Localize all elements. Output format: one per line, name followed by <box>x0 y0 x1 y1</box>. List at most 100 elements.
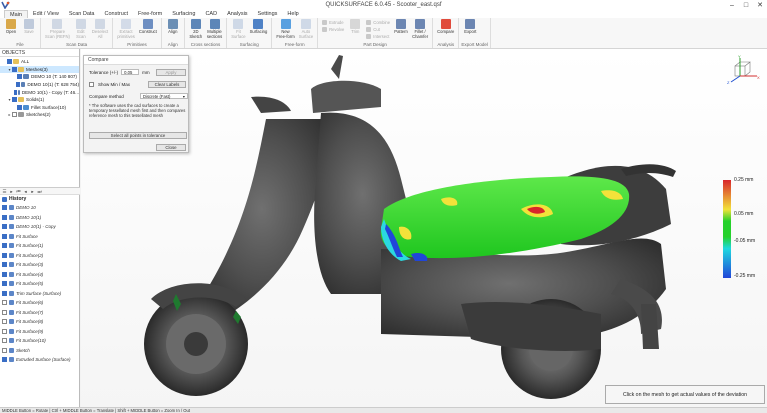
visibility-checkbox[interactable] <box>17 74 22 80</box>
sketch-2d-button[interactable]: 2D Sketch <box>187 18 205 41</box>
history-item[interactable]: Fit Surface(4) <box>0 270 80 280</box>
tree-item[interactable]: DEMO 10 (T: 140 807) <box>0 73 79 81</box>
history-item[interactable]: Fit Surface(1) <box>0 241 80 251</box>
new-freeform-button[interactable]: New Free-form <box>274 18 296 41</box>
surfacing-button[interactable]: Surfacing <box>248 18 270 36</box>
history-checkbox[interactable] <box>2 328 7 334</box>
menu-scan-data[interactable]: Scan Data <box>64 10 100 18</box>
trim-button[interactable]: Trim <box>346 18 364 36</box>
compare-button[interactable]: Compare <box>435 18 456 36</box>
menu-construct[interactable]: Construct <box>100 10 134 18</box>
visibility-checkbox[interactable] <box>12 97 17 103</box>
history-checkbox[interactable] <box>2 271 7 277</box>
history-item[interactable]: Fit Surface(3) <box>0 260 80 270</box>
visibility-checkbox[interactable] <box>7 59 12 65</box>
menu-cad[interactable]: CAD <box>200 10 222 18</box>
menu-surfacing[interactable]: Surfacing <box>167 10 200 18</box>
tree-item[interactable]: ALL <box>0 58 79 66</box>
history-checkbox[interactable] <box>2 290 7 296</box>
history-item[interactable]: Fit Surface <box>0 232 80 242</box>
tree-item[interactable]: Fillet Surface(10) <box>0 104 79 112</box>
clear-labels-button[interactable]: Clear Labels <box>148 81 186 88</box>
history-checkbox[interactable] <box>2 338 7 344</box>
fillet-button[interactable]: Fillet / Chamfer <box>410 18 430 41</box>
compare-method-select[interactable]: Discrete (Fast) ▾ <box>140 93 188 99</box>
orientation-gizmo[interactable]: Y X Z <box>725 54 761 85</box>
auto-surface-button[interactable]: Auto Surface <box>297 18 315 41</box>
history-item[interactable]: Fit Surface(6) <box>0 298 80 308</box>
prepare-scan-button[interactable]: Prepare Scan (REFN) <box>43 18 72 41</box>
menu-main[interactable]: Main <box>4 10 28 18</box>
revolve-button[interactable]: Revolve <box>322 26 344 32</box>
multiple-sections-button[interactable]: Multiple sections <box>205 18 224 41</box>
apply-button[interactable]: Apply <box>156 69 186 76</box>
history-checkbox[interactable] <box>2 309 7 315</box>
edit-scan-button[interactable]: Edit Scan <box>72 18 90 41</box>
history-item[interactable]: Fit Surface(8) <box>0 317 80 327</box>
deselect-button[interactable]: Deselect All <box>90 18 110 41</box>
menu-analysis[interactable]: Analysis <box>222 10 252 18</box>
open-folder-button[interactable]: Open <box>2 18 20 36</box>
history-checkbox[interactable] <box>2 357 7 363</box>
history-list-icon[interactable]: ☰ <box>2 189 7 194</box>
history-item[interactable]: Fit Surface(10) <box>0 336 80 346</box>
visibility-checkbox[interactable] <box>13 89 17 95</box>
history-item[interactable]: Extruded Surface (Surface) <box>0 355 80 365</box>
history-item[interactable]: DEMO 10(1) - Copy <box>0 222 80 232</box>
construct-button[interactable]: Construct <box>137 18 159 36</box>
history-back-icon[interactable]: ◂ <box>23 189 28 194</box>
show-minmax-checkbox[interactable] <box>89 82 94 87</box>
align-button[interactable]: Align <box>164 18 182 36</box>
tree-item[interactable]: ▾ Meshes(3) <box>0 65 79 74</box>
history-checkbox[interactable] <box>2 243 7 249</box>
history-item[interactable]: Fit Surface(7) <box>0 308 80 318</box>
history-item[interactable]: Fit Surface(2) <box>0 251 80 261</box>
close-dialog-button[interactable]: Close <box>156 144 186 151</box>
history-last-icon[interactable]: ⏭ <box>37 189 42 194</box>
menu-settings[interactable]: Settings <box>253 10 283 18</box>
history-item[interactable]: Fit Surface(9) <box>0 327 80 337</box>
intersect-button[interactable]: Intersect <box>366 33 390 39</box>
menu-free-form[interactable]: Free-form <box>133 10 167 18</box>
history-expand-icon[interactable]: ▸ <box>9 189 14 194</box>
minimize-button[interactable]: – <box>725 0 739 10</box>
history-checkbox[interactable] <box>2 233 7 239</box>
visibility-checkbox[interactable] <box>12 112 17 118</box>
history-checkbox[interactable] <box>2 347 7 353</box>
tolerance-input[interactable]: 0.05 <box>121 69 140 75</box>
cut-button[interactable]: Cut <box>366 26 390 32</box>
pattern-button[interactable]: Pattern <box>392 18 410 36</box>
tree-item[interactable]: DEMO 10(1) - Copy (T: 46... <box>0 88 79 96</box>
visibility-checkbox[interactable] <box>17 104 22 110</box>
save-button[interactable]: Save <box>20 18 38 36</box>
close-window-button[interactable]: ✕ <box>753 0 767 10</box>
history-first-icon[interactable]: ⏮ <box>16 189 21 194</box>
history-checkbox[interactable] <box>2 281 7 287</box>
visibility-checkbox[interactable] <box>15 82 20 88</box>
tree-item[interactable]: DEMO 10(1) (T: 628 754) <box>0 81 79 89</box>
history-forward-icon[interactable]: ▸ <box>30 189 35 194</box>
fit-surface-button[interactable]: Fit Surface <box>229 18 247 41</box>
history-checkbox[interactable] <box>2 319 7 325</box>
visibility-checkbox[interactable] <box>12 66 17 72</box>
history-checkbox[interactable] <box>2 300 7 306</box>
menu-edit-view[interactable]: Edit / View <box>28 10 64 18</box>
history-checkbox[interactable] <box>2 214 7 220</box>
extract-primitives-button[interactable]: Extract primitives <box>115 18 137 41</box>
history-checkbox[interactable] <box>2 252 7 258</box>
tree-item[interactable]: ▾ Solids(1) <box>0 96 79 104</box>
select-all-in-tolerance-button[interactable]: Select all points in tolerance <box>89 132 187 139</box>
history-item[interactable]: Fit Surface(5) <box>0 279 80 289</box>
menu-help[interactable]: Help <box>282 10 303 18</box>
history-checkbox[interactable] <box>2 224 7 230</box>
history-item[interactable]: DEMO 10(1) <box>0 213 80 223</box>
history-checkbox[interactable] <box>2 262 7 268</box>
combine-button[interactable]: Combine <box>366 19 390 25</box>
history-item[interactable]: DEMO 10 <box>0 203 80 213</box>
history-checkbox[interactable] <box>2 205 7 211</box>
export-button[interactable]: Export <box>461 18 479 36</box>
history-item[interactable]: Trim Surface (Surface) <box>0 289 80 299</box>
maximize-button[interactable]: □ <box>739 0 753 10</box>
tree-item[interactable]: ▸ Sketches(2) <box>0 111 79 119</box>
history-item[interactable]: Sketch <box>0 346 80 356</box>
